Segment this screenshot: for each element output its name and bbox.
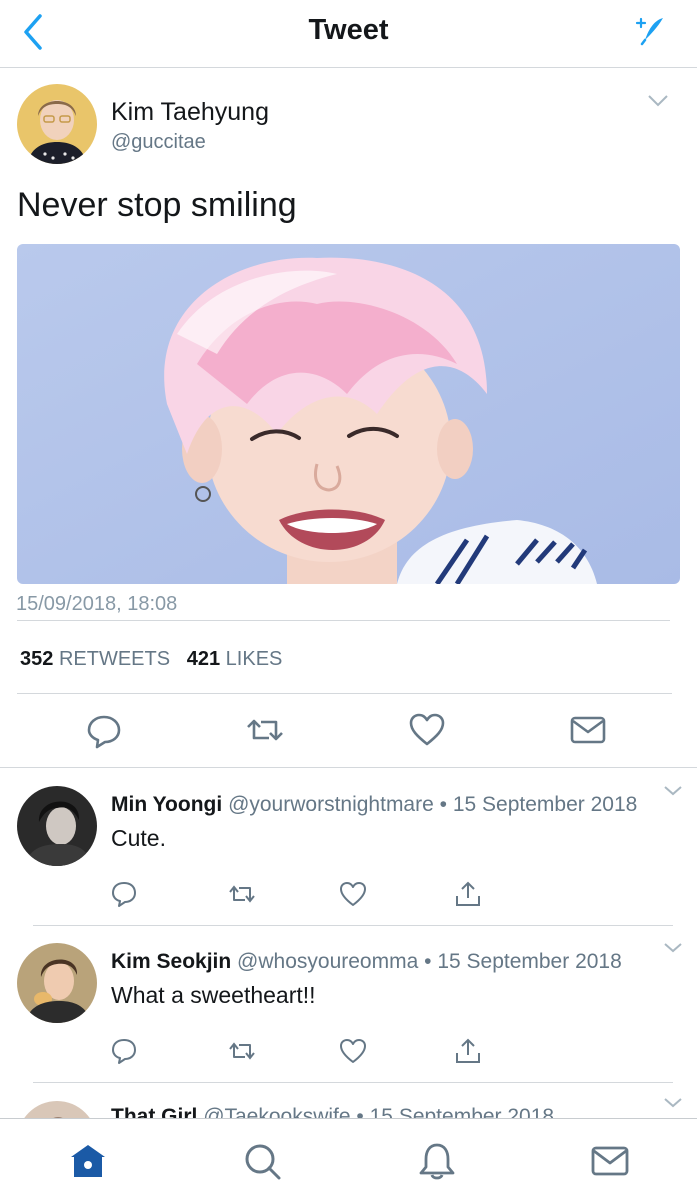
- reply-date: 15 September 2018: [452, 793, 638, 816]
- notifications-icon[interactable]: [417, 1141, 457, 1181]
- divider: [33, 1082, 673, 1083]
- reply-header: Kim Seokjin @whosyoureomma • 15 Septembe…: [111, 950, 622, 974]
- author-handle[interactable]: @guccitae: [111, 131, 206, 154]
- likes-label[interactable]: LIKES: [226, 648, 283, 670]
- retweet-count: 352: [20, 648, 54, 670]
- divider: [17, 620, 670, 621]
- like-icon[interactable]: [338, 1036, 368, 1066]
- reply-author-handle[interactable]: @whosyoureomma: [237, 950, 418, 973]
- reply-text: Cute.: [111, 825, 166, 851]
- tweet-media-image[interactable]: [17, 244, 680, 584]
- reply-author-handle[interactable]: @yourworstnightmare: [228, 793, 434, 816]
- home-icon[interactable]: [68, 1141, 108, 1181]
- tweet-text: Never stop smiling: [17, 186, 297, 224]
- retweet-icon[interactable]: [227, 879, 257, 909]
- main-tweet: Kim Taehyung @guccitae Never stop smilin…: [0, 68, 697, 768]
- messages-icon[interactable]: [590, 1141, 630, 1181]
- reply-icon[interactable]: [109, 879, 139, 909]
- reply-icon[interactable]: [84, 710, 124, 750]
- like-icon[interactable]: [407, 710, 447, 750]
- top-navigation-bar: Tweet: [0, 0, 697, 68]
- chevron-down-icon[interactable]: [647, 94, 669, 108]
- search-icon[interactable]: [242, 1141, 282, 1181]
- share-icon[interactable]: [453, 1036, 483, 1066]
- reply-tweet[interactable]: Kim Seokjin @whosyoureomma • 15 Septembe…: [0, 926, 697, 1083]
- avatar[interactable]: [17, 84, 97, 164]
- tweet-stats: 352 RETWEETS 421 LIKES: [20, 648, 282, 671]
- reply-author-name[interactable]: Kim Seokjin: [111, 950, 231, 973]
- like-icon[interactable]: [338, 879, 368, 909]
- tweet-action-bar: [0, 708, 697, 754]
- reply-author-name[interactable]: Min Yoongi: [111, 793, 222, 816]
- like-count: 421: [186, 648, 221, 670]
- chevron-down-icon[interactable]: [663, 942, 683, 954]
- retweets-label[interactable]: RETWEETS: [59, 648, 170, 670]
- avatar[interactable]: [17, 1101, 97, 1118]
- reply-header: Min Yoongi @yourworstnightmare • 15 Sept…: [111, 793, 637, 817]
- reply-header: That Girl @Taekookswife • 15 September 2…: [111, 1105, 554, 1118]
- avatar[interactable]: [17, 786, 97, 866]
- divider: [17, 693, 672, 694]
- separator-dot: •: [439, 793, 447, 816]
- chevron-down-icon[interactable]: [663, 1097, 683, 1109]
- reply-date: 15 September 2018: [369, 1105, 555, 1118]
- reply-icon[interactable]: [109, 1036, 139, 1066]
- separator-dot: •: [424, 950, 432, 973]
- separator-dot: •: [356, 1105, 364, 1118]
- author-name[interactable]: Kim Taehyung: [111, 98, 269, 127]
- direct-message-icon[interactable]: [568, 710, 608, 750]
- reply-date: 15 September 2018: [437, 950, 622, 973]
- reply-text: What a sweetheart!!: [111, 982, 316, 1008]
- tweet-timestamp: 15/09/2018, 18:08: [16, 593, 178, 615]
- retweet-icon[interactable]: [227, 1036, 257, 1066]
- reply-author-name[interactable]: That Girl: [111, 1105, 197, 1118]
- compose-feather-icon[interactable]: [633, 14, 667, 46]
- bottom-tab-bar: [0, 1118, 697, 1200]
- avatar[interactable]: [17, 943, 97, 1023]
- share-icon[interactable]: [453, 879, 483, 909]
- retweet-icon[interactable]: [245, 710, 285, 750]
- page-title: Tweet: [308, 14, 389, 46]
- reply-tweet[interactable]: Min Yoongi @yourworstnightmare • 15 Sept…: [0, 769, 697, 926]
- reply-tweet-partial[interactable]: That Girl @Taekookswife • 15 September 2…: [0, 1095, 697, 1118]
- chevron-down-icon[interactable]: [663, 785, 683, 797]
- reply-author-handle[interactable]: @Taekookswife: [203, 1105, 350, 1118]
